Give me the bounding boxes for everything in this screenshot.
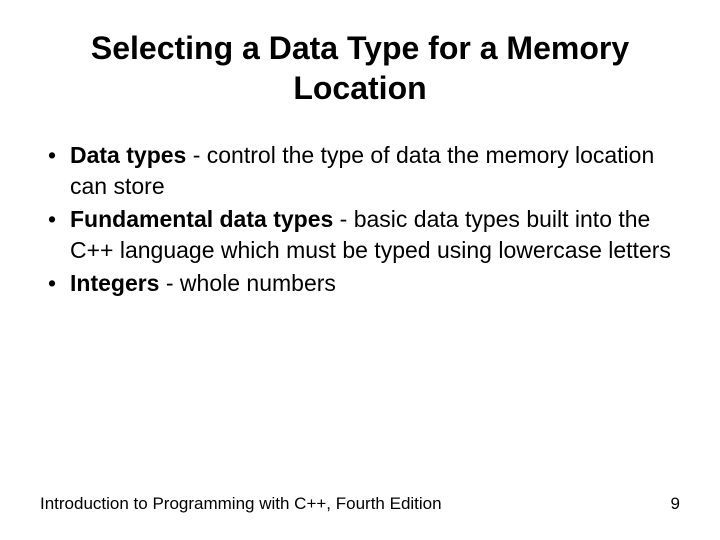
list-item: Fundamental data types - basic data type…: [44, 204, 680, 266]
term: Integers: [70, 270, 159, 296]
slide-footer: Introduction to Programming with C++, Fo…: [40, 494, 680, 514]
term: Fundamental data types: [70, 206, 333, 232]
list-item: Data types - control the type of data th…: [44, 140, 680, 202]
term: Data types: [70, 142, 186, 168]
list-item: Integers - whole numbers: [44, 268, 680, 299]
page-number: 9: [671, 494, 680, 514]
bullet-list: Data types - control the type of data th…: [40, 140, 680, 299]
slide-title: Selecting a Data Type for a Memory Locat…: [40, 28, 680, 108]
definition: - whole numbers: [159, 270, 335, 296]
footer-source: Introduction to Programming with C++, Fo…: [40, 494, 442, 514]
